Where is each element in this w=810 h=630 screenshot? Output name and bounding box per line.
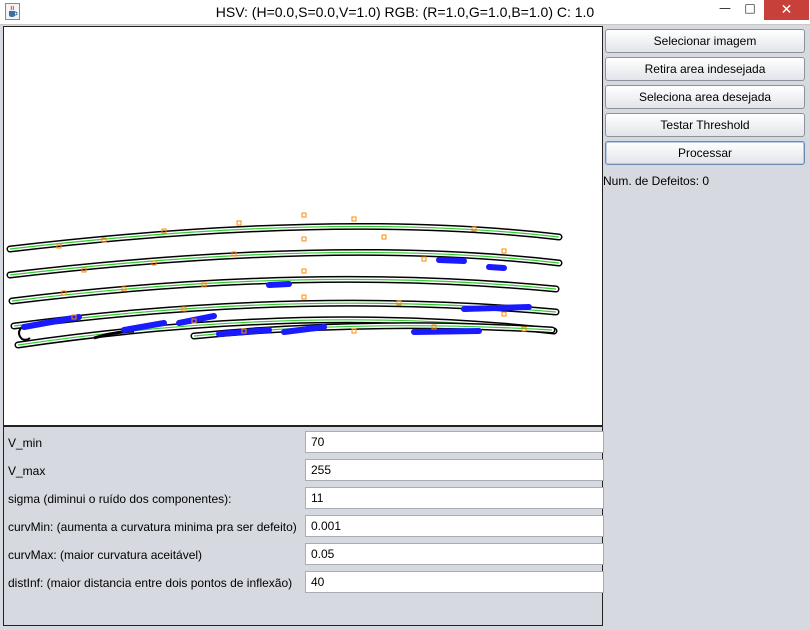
close-button[interactable]: ✕: [764, 0, 809, 20]
maximize-button[interactable]: □: [738, 0, 762, 20]
process-button[interactable]: Processar: [605, 141, 805, 165]
param-row-vmin: V_min 70: [4, 431, 604, 455]
vmax-input[interactable]: 255: [305, 459, 604, 481]
minimize-button[interactable]: —: [712, 0, 738, 20]
inflection-point: [301, 294, 307, 300]
param-row-curvmax: curvMax: (maior curvatura aceitável) 0.0…: [4, 543, 604, 567]
test-threshold-button[interactable]: Testar Threshold: [605, 113, 805, 137]
window-title: HSV: (H=0.0,S=0.0,V=1.0) RGB: (R=1.0,G=1…: [215, 4, 595, 20]
defect-region: [266, 281, 292, 288]
inflection-point: [301, 268, 307, 274]
inflection-point: [236, 220, 242, 226]
inflection-point: [501, 311, 507, 317]
defect-region: [486, 264, 507, 271]
sigma-input[interactable]: 11: [305, 487, 604, 509]
curvmin-input[interactable]: 0.001: [305, 515, 604, 537]
defects-count-label: Num. de Defeitos: 0: [603, 174, 710, 188]
inflection-point: [501, 248, 507, 254]
title-bar: HSV: (H=0.0,S=0.0,V=1.0) RGB: (R=1.0,G=1…: [0, 0, 810, 25]
select-area-button[interactable]: Seleciona area desejada: [605, 85, 805, 109]
param-row-distinf: distInf: (maior distancia entre dois pon…: [4, 571, 604, 595]
defect-region: [461, 304, 532, 312]
remove-area-button[interactable]: Retira area indesejada: [605, 57, 805, 81]
select-image-button[interactable]: Selecionar imagem: [605, 29, 805, 53]
curvmax-input[interactable]: 0.05: [305, 543, 604, 565]
distinf-input[interactable]: 40: [305, 571, 604, 593]
param-row-vmax: V_max 255: [4, 459, 604, 483]
curvmax-label: curvMax: (maior curvatura aceitável): [8, 548, 203, 562]
curvmin-label: curvMin: (aumenta a curvatura minima pra…: [8, 520, 297, 534]
processed-image: [6, 212, 563, 349]
inflection-point: [381, 234, 387, 240]
inflection-point: [301, 236, 307, 242]
sigma-label: sigma (diminui o ruído dos componentes):: [8, 492, 232, 506]
distinf-label: distInf: (maior distancia entre dois pon…: [8, 576, 293, 590]
param-row-sigma: sigma (diminui o ruído dos componentes):…: [4, 487, 604, 511]
inflection-point: [301, 212, 307, 218]
defect-region: [411, 328, 482, 335]
inflection-point: [421, 256, 427, 262]
parameters-panel: V_min 70 V_max 255 sigma (diminui o ruíd…: [3, 426, 604, 626]
image-canvas[interactable]: [3, 26, 603, 426]
vmax-label: V_max: [8, 464, 46, 478]
vmin-label: V_min: [8, 436, 43, 450]
vmin-input[interactable]: 70: [305, 431, 604, 453]
inflection-point: [351, 216, 357, 222]
defect-region: [436, 257, 467, 264]
param-row-curvmin: curvMin: (aumenta a curvatura minima pra…: [4, 515, 604, 539]
